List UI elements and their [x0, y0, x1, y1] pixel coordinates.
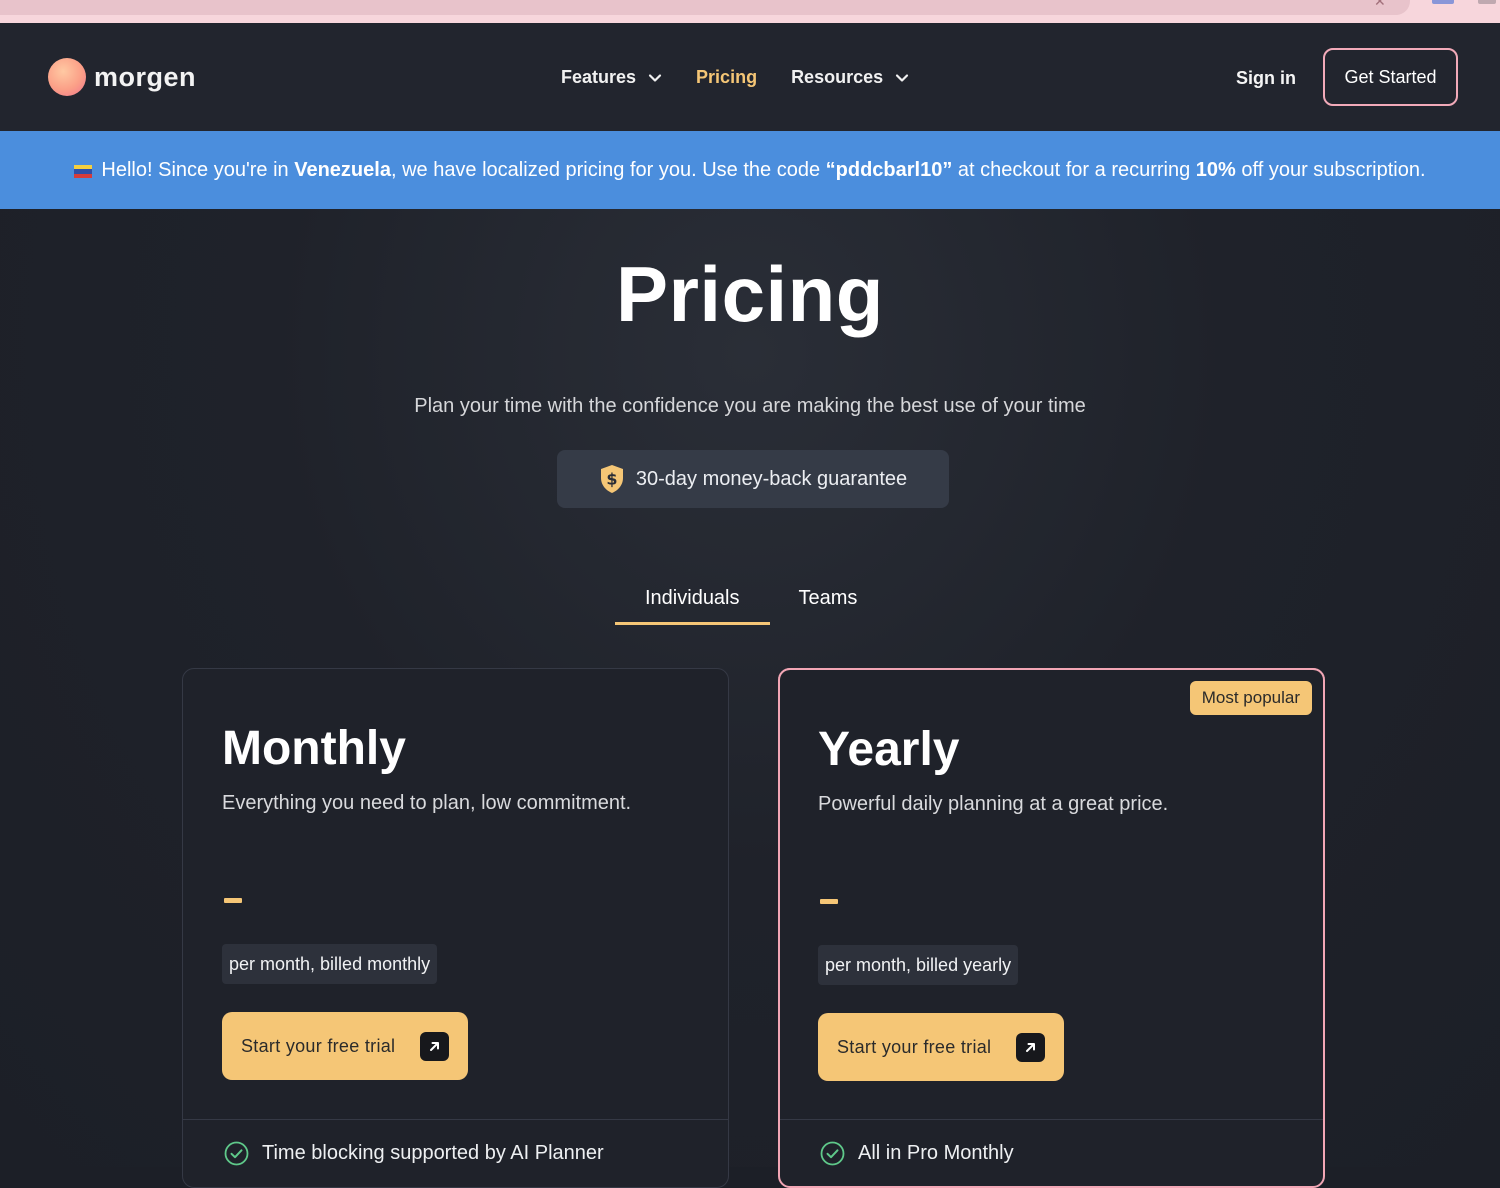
- guarantee-label: 30-day money-back guarantee: [635, 467, 908, 490]
- feature-item: Time blocking supported by AI Planner: [224, 1141, 604, 1166]
- cta-label: Start your free trial: [241, 1035, 396, 1056]
- nav-item-features[interactable]: Features: [561, 67, 662, 88]
- get-started-button[interactable]: Get Started: [1323, 48, 1458, 106]
- billing-period: per month, billed yearly: [818, 945, 1019, 985]
- promo-code: “pddcbarl10”: [825, 158, 953, 181]
- sign-in-link[interactable]: Sign in: [1236, 68, 1296, 89]
- plan-description: Powerful daily planning at a great price…: [818, 793, 1169, 815]
- billing-period: per month, billed monthly: [222, 944, 438, 984]
- chevron-down-icon: [648, 73, 662, 82]
- arrow-up-right-icon: [420, 1032, 449, 1061]
- logo-mark-icon: [48, 58, 86, 96]
- shield-dollar-icon: $: [600, 465, 623, 493]
- money-back-guarantee: $ 30-day money-back guarantee: [557, 450, 949, 508]
- feature-label: All in Pro Monthly: [858, 1142, 1014, 1164]
- arrow-up-right-icon: [1016, 1033, 1045, 1062]
- nav-item-label: Pricing: [696, 67, 758, 87]
- page-title: Pricing: [616, 250, 884, 338]
- banner-middle: , we have localized pricing for you. Use…: [390, 158, 826, 181]
- plan-name: Monthly: [222, 722, 406, 775]
- price-placeholder: [820, 899, 838, 904]
- nav-item-resources[interactable]: Resources: [791, 67, 909, 88]
- plan-name: Yearly: [818, 723, 960, 776]
- logo-text: morgen: [94, 61, 197, 92]
- logo[interactable]: morgen: [48, 58, 196, 96]
- page-subtitle: Plan your time with the confidence you a…: [414, 395, 1086, 417]
- browser-chrome-strip: ✕: [0, 0, 1500, 23]
- feature-item: All in Pro Monthly: [820, 1141, 1014, 1166]
- pricing-main: Pricing Plan your time with the confiden…: [0, 209, 1500, 1188]
- nav-item-label: Features: [561, 67, 637, 87]
- plan-description: Everything you need to plan, low commitm…: [222, 792, 632, 814]
- check-circle-icon: [820, 1141, 845, 1166]
- banner-after-code: at checkout for a recurring: [952, 158, 1196, 181]
- nav-links: Features Pricing Resources: [561, 67, 909, 88]
- browser-menu-icon[interactable]: [1478, 0, 1496, 4]
- feature-label: Time blocking supported by AI Planner: [262, 1142, 604, 1164]
- chevron-down-icon: [896, 73, 909, 82]
- svg-text:$: $: [606, 470, 617, 489]
- plan-tabs: Individuals Teams: [615, 579, 887, 625]
- venezuela-flag-icon: [74, 165, 93, 178]
- localized-pricing-banner: Hello! Since you're in Venezuela, we hav…: [0, 131, 1500, 209]
- browser-tab[interactable]: [0, 0, 1410, 15]
- tab-teams[interactable]: Teams: [770, 579, 888, 625]
- divider: [780, 1119, 1323, 1120]
- price-placeholder: [224, 898, 242, 903]
- divider: [183, 1119, 728, 1120]
- banner-suffix: off your subscription.: [1235, 158, 1426, 181]
- discount-value: 10%: [1195, 158, 1236, 181]
- banner-text: Hello! Since you're in Venezuela, we hav…: [101, 159, 1425, 182]
- nav-item-pricing[interactable]: Pricing: [696, 67, 757, 88]
- cta-label: Start your free trial: [837, 1036, 992, 1057]
- start-free-trial-button[interactable]: Start your free trial: [818, 1013, 1064, 1081]
- close-icon[interactable]: ✕: [1374, 0, 1386, 10]
- top-navigation: morgen Features Pricing Resources Sign i…: [0, 23, 1500, 131]
- banner-country: Venezuela: [294, 158, 391, 181]
- plan-card-monthly: Monthly Everything you need to plan, low…: [182, 668, 729, 1188]
- check-circle-icon: [224, 1141, 249, 1166]
- banner-prefix: Hello! Since you're in: [101, 158, 295, 181]
- nav-item-label: Resources: [791, 67, 884, 87]
- most-popular-badge: Most popular: [1189, 681, 1312, 715]
- plan-card-yearly: Most popular Yearly Powerful daily plann…: [778, 668, 1325, 1188]
- extension-icon[interactable]: [1432, 0, 1454, 4]
- start-free-trial-button[interactable]: Start your free trial: [222, 1012, 468, 1080]
- tab-individuals[interactable]: Individuals: [615, 579, 770, 625]
